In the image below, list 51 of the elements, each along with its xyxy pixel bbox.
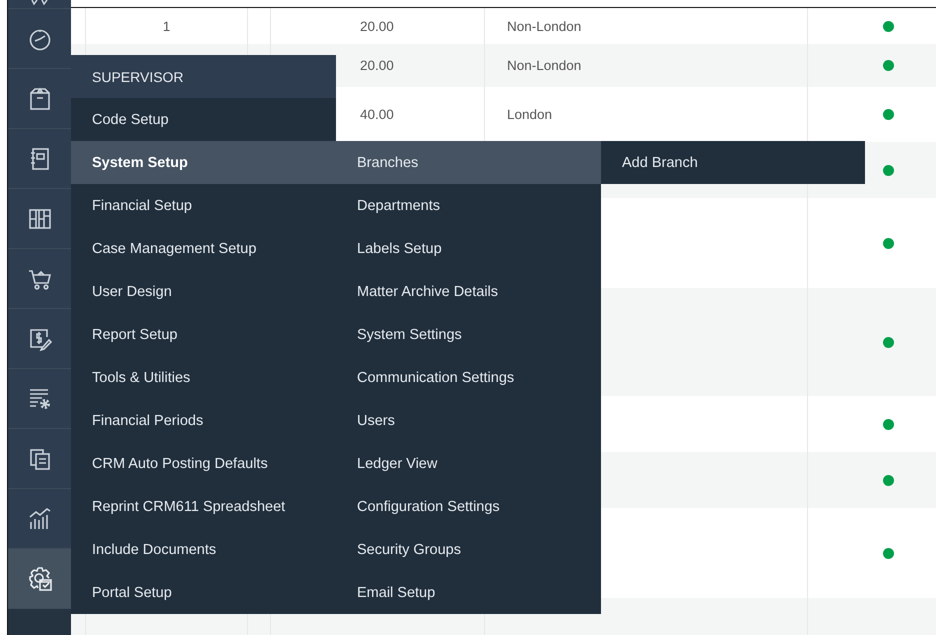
menu-item[interactable]: Communication Settings: [336, 356, 601, 399]
table-cell: 20.00: [360, 18, 394, 34]
menu-item[interactable]: System Setup: [71, 141, 336, 184]
columns-icon: [28, 206, 52, 230]
dollar-document-icon: [28, 326, 52, 350]
menu-item[interactable]: Security Groups: [336, 528, 601, 571]
menu-item[interactable]: Code Setup: [71, 98, 336, 141]
sidebar-item[interactable]: [8, 129, 71, 189]
menu-item[interactable]: CRM Auto Posting Defaults: [71, 442, 336, 485]
menu-item[interactable]: Users: [336, 399, 601, 442]
sidebar-item[interactable]: [8, 549, 71, 609]
sidebar-item[interactable]: [8, 69, 71, 129]
table-cell: Non-London: [507, 58, 582, 73]
menu-item[interactable]: Configuration Settings: [336, 485, 601, 528]
table-cell: 40.00: [360, 107, 394, 122]
menu-item[interactable]: Branches: [336, 141, 601, 184]
menu-item[interactable]: Ledger View: [336, 442, 601, 485]
menu-item[interactable]: Financial Setup: [71, 184, 336, 227]
table-cell: London: [507, 107, 552, 122]
sidebar-item[interactable]: [8, 309, 71, 369]
menu-item[interactable]: Report Setup: [71, 313, 336, 356]
chart-icon: [28, 506, 52, 530]
sidebar-item[interactable]: [8, 249, 71, 309]
menu-item[interactable]: Reprint CRM611 Spreadsheet: [71, 485, 336, 528]
sidebar-item[interactable]: [8, 0, 71, 9]
menu-item[interactable]: Departments: [336, 184, 601, 227]
table-cell: 1: [162, 18, 170, 34]
menu-item[interactable]: Matter Archive Details: [336, 270, 601, 313]
sidebar-item[interactable]: [8, 9, 71, 69]
menu-item[interactable]: Include Documents: [71, 528, 336, 571]
box-icon: [28, 86, 52, 110]
menu-item[interactable]: Case Management Setup: [71, 227, 336, 270]
sidebar-item[interactable]: [8, 189, 71, 249]
menu-item[interactable]: Financial Periods: [71, 399, 336, 442]
sidebar-item[interactable]: [8, 429, 71, 489]
list-gear-icon: [28, 386, 52, 410]
menu-item[interactable]: Portal Setup: [71, 571, 336, 614]
sidebar-item[interactable]: [8, 369, 71, 429]
clock-icon: [28, 26, 52, 50]
settings-icon: [26, 566, 52, 592]
menu-item[interactable]: Tools & Utilities: [71, 356, 336, 399]
menu-item[interactable]: Email Setup: [336, 571, 601, 614]
menu-item[interactable]: User Design: [71, 270, 336, 313]
table-cell: Non-London: [507, 18, 582, 34]
documents-icon: [28, 446, 52, 470]
menu-item[interactable]: Add Branch: [601, 141, 865, 184]
sidebar-item[interactable]: [8, 489, 71, 549]
menu-item[interactable]: System Settings: [336, 313, 601, 356]
menu-header: SUPERVISOR: [71, 55, 336, 98]
table-cell: 20.00: [360, 58, 394, 73]
menu-item[interactable]: Labels Setup: [336, 227, 601, 270]
